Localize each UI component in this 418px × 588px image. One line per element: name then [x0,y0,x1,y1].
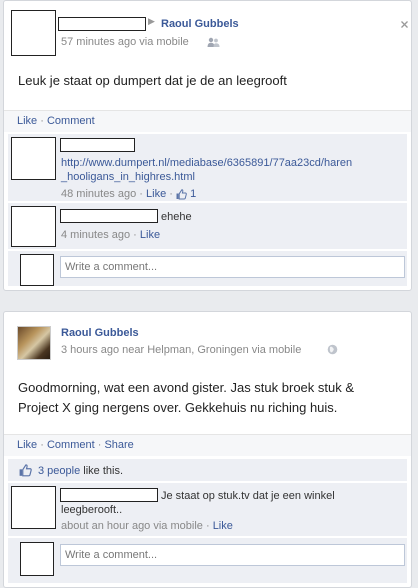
comment-meta: 4 minutes ago · Like [61,229,161,241]
share-link[interactable]: Share [104,439,133,451]
redacted-commenter-name [60,488,158,502]
post-card-2: Raoul Gubbels 3 hours ago near Helpman, … [3,311,412,588]
author-avatar-redacted[interactable] [11,10,56,56]
commenter-avatar-redacted[interactable] [11,206,56,247]
comment-link[interactable]: Comment [47,439,95,451]
comment-text: ehehe [161,211,192,223]
comment-link-url-line1[interactable]: http://www.dumpert.nl/mediabase/6365891/… [61,157,352,169]
comment-like-count[interactable]: 1 [190,188,196,200]
post-card-1: ▶ Raoul Gubbels 57 minutes ago via mobil… [3,0,412,291]
comment-like-link[interactable]: Like [213,520,233,532]
write-comment-row: Write a comment... [8,250,407,286]
audience-public-icon[interactable] [327,343,338,355]
post-message-line2: Project X ging nergens over. Gekkehuis n… [18,400,338,415]
comment-link[interactable]: Comment [47,115,95,127]
likes-suffix: like this. [80,465,124,477]
post-timestamp[interactable]: 57 minutes ago via mobile [61,36,189,48]
like-link[interactable]: Like [17,115,37,127]
comment-meta: 48 minutes ago · Like · 1 [61,188,197,200]
comment-like-link[interactable]: Like [140,229,160,241]
comment-like-link[interactable]: Like [146,188,166,200]
comment-input[interactable]: Write a comment... [60,256,405,278]
current-user-avatar-redacted [20,254,54,286]
commenter-avatar-redacted[interactable] [11,137,56,180]
comment-timestamp[interactable]: 4 minutes ago [61,229,130,241]
redacted-recipient-name [58,17,146,31]
comment-input[interactable]: Write a comment... [60,544,405,566]
comment-item: http://www.dumpert.nl/mediabase/6365891/… [8,133,407,201]
close-icon[interactable] [401,19,408,31]
post-message: Leuk je staat op dumpert dat je de an le… [18,73,287,88]
comment-timestamp[interactable]: 48 minutes ago [61,188,136,200]
separator-dot: · [37,115,47,127]
audience-friends-icon[interactable] [207,36,220,48]
arrow-right-icon: ▶ [148,16,155,26]
likes-text: 3 people like this. [38,465,123,477]
thumbs-up-icon[interactable] [176,188,190,200]
comment-link-url-line2[interactable]: _hooligans_in_highres.html [61,171,195,183]
post-actions-bar: Like · Comment [4,110,411,132]
comment-meta: about an hour ago via mobile · Like [61,520,233,532]
post-message-line1: Goodmorning, wat een avond gister. Jas s… [18,380,355,395]
commenter-avatar-redacted[interactable] [11,486,56,529]
thumbs-up-icon [19,464,32,477]
redacted-commenter-name [60,138,135,152]
likes-count-link[interactable]: 3 people [38,465,80,477]
write-comment-row: Write a comment... [8,537,407,583]
comment-timestamp[interactable]: about an hour ago via mobile [61,520,203,532]
post-timestamp[interactable]: 3 hours ago near Helpman, Groningen via … [61,344,301,356]
post-author[interactable]: Raoul Gubbels [61,327,139,339]
author-avatar[interactable] [17,326,51,360]
redacted-commenter-name [60,209,158,223]
post-actions-bar: Like · Comment · Share [4,434,411,456]
current-user-avatar-redacted [20,542,54,576]
post-author[interactable]: Raoul Gubbels [161,18,239,30]
comment-text-line2: leegberooft.. [61,504,123,516]
likes-summary: 3 people like this. [8,458,407,481]
comment-item: Je staat op stuk.tv dat je een winkel le… [8,482,407,536]
like-link[interactable]: Like [17,439,37,451]
comment-item: ehehe 4 minutes ago · Like [8,202,407,249]
comment-text-line1: Je staat op stuk.tv dat je een winkel [161,490,335,502]
